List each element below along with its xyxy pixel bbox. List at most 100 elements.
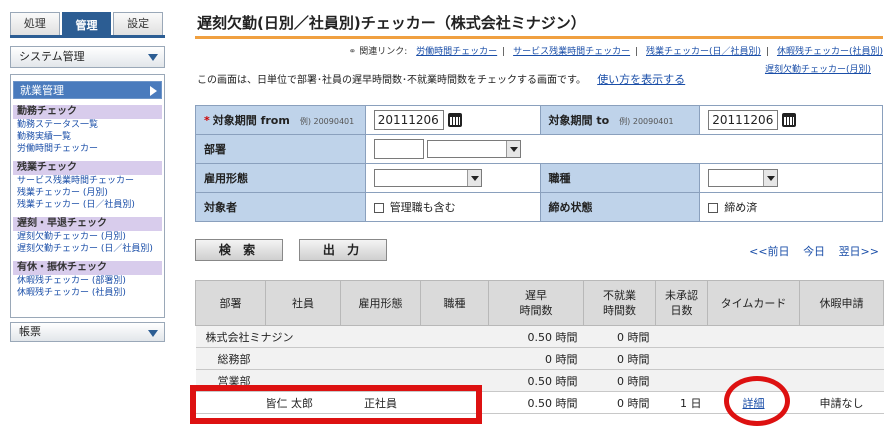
sidebar: 処理 管理 設定 システム管理 就業管理 勤務チェック 勤務ステータス一覧 勤務… [10,12,165,342]
target-label: 対象者 [195,192,366,222]
page-description: この画面は、日単位で部署･社員の遅早時間数･不就業時間数をチェックする画面です。… [197,71,685,87]
dept-select[interactable] [427,140,522,158]
ledger-menu-header[interactable]: 帳票 [10,322,165,342]
related-links-line2: 遅刻欠勤チェッカー(月別) [765,62,871,75]
employee-absent-hours: 0 時間 [583,391,656,414]
related-link-late-monthly[interactable]: 遅刻欠勤チェッカー(月別) [765,65,871,75]
dept-label: 部署 [195,134,366,164]
col-absent: 不就業 時間数 [583,280,656,326]
period-from-input[interactable]: 20111206 [373,110,444,130]
link-attendance-record-list[interactable]: 勤務実績一覧 [11,131,164,143]
employment-type-label: 雇用形態 [195,163,366,193]
related-link-overtime-daily[interactable]: 残業チェッカー(日／社員別) [646,47,761,57]
link-overtime-monthly[interactable]: 残業チェッカー (月別) [11,187,164,199]
category-late-early-check: 遅刻・早退チェック [13,217,162,231]
search-button[interactable]: 検 索 [195,239,283,261]
link-leave-balance-employee[interactable]: 休暇残チェッカー (社員別) [11,287,164,299]
today-link[interactable]: 今日 [803,245,825,258]
closed-label: 締め済 [724,201,758,214]
category-leave-check: 有休・振休チェック [13,261,162,275]
related-label: 関連リンク: [359,47,408,57]
link-late-absence-daily[interactable]: 遅刻欠勤チェッカー (日／社員別) [11,243,164,255]
link-overtime-daily[interactable]: 残業チェッカー (日／社員別) [11,199,164,211]
col-late-early: 遅早 時間数 [488,280,584,326]
link-attendance-status-list[interactable]: 勤務ステータス一覧 [11,119,164,131]
row-dept-name: 総務部 [195,347,489,370]
link-work-hours-checker[interactable]: 労働時間チェッカー [11,143,164,155]
related-link-service-overtime[interactable]: サービス残業時間チェッカー [513,47,630,57]
row-absent-hours: 0 時間 [583,347,656,370]
employee-unapproved-days: 1 日 [655,391,708,414]
chevron-right-icon [150,86,157,96]
description-text: この画面は、日単位で部署･社員の遅早時間数･不就業時間数をチェックする画面です。 [197,75,586,86]
tab-settings[interactable]: 設定 [113,12,164,35]
link-service-overtime-checker[interactable]: サービス残業時間チェッカー [11,175,164,187]
table-header-row: 部署 社員 雇用形態 職種 遅早 時間数 不就業 時間数 未承認 日数 タイムカード … [195,280,884,326]
link-chain-icon: ⚭ [348,47,357,57]
period-to-label: 対象期間 to 例) 20090401 [539,105,701,135]
job-type-select[interactable] [708,169,779,187]
work-menu-header[interactable]: 就業管理 [13,81,162,99]
table-row: 総務部 0 時間 0 時間 [195,347,884,370]
include-managers-checkbox[interactable] [373,203,384,213]
employee-leave-status: 申請なし [799,391,884,414]
required-mark: * [204,114,210,127]
category-attendance-check: 勤務チェック [13,105,162,119]
period-to-input[interactable]: 20111206 [708,110,779,130]
system-menu-label: システム管理 [19,50,85,63]
tab-manage[interactable]: 管理 [61,12,112,38]
chevron-down-icon [763,170,778,186]
output-button[interactable]: 出 力 [299,239,387,261]
period-to-example: 例) 20090401 [619,117,674,126]
tab-process[interactable]: 処理 [10,12,60,35]
ledger-menu-label: 帳票 [19,325,41,338]
search-form: * 対象期間 from 例) 20090401 20111206 対象期間 to 例)… [195,105,884,222]
dept-code-input[interactable] [373,139,424,159]
category-overtime-check: 残業チェック [13,161,162,175]
row-late-hours: 0.50 時間 [488,325,584,348]
row-late-hours: 0 時間 [488,347,584,370]
highlight-rectangle [190,385,482,424]
period-from-example: 例) 20090401 [299,117,355,126]
chevron-down-icon [506,141,521,157]
include-managers-label: 管理職も含む [389,201,456,214]
employee-late-hours: 0.50 時間 [488,391,584,414]
row-absent-hours: 0 時間 [583,369,656,392]
howto-link[interactable]: 使い方を表示する [597,73,685,86]
related-link-work-hours[interactable]: 労働時間チェッカー [416,47,497,57]
day-navigation: <<前日 今日 翌日>> [739,243,879,259]
employment-type-select[interactable] [373,169,482,187]
system-menu-header[interactable]: システム管理 [10,46,165,68]
chevron-down-icon [466,170,481,186]
work-menu-label: 就業管理 [20,84,64,97]
col-leave: 休暇申請 [799,280,884,326]
calendar-icon[interactable] [782,113,797,127]
title-divider [195,36,883,39]
sidebar-tabs: 処理 管理 設定 [10,12,165,38]
closed-checkbox[interactable] [708,203,719,213]
related-link-leave-balance[interactable]: 休暇残チェッカー(社員別) [777,47,883,57]
table-row: 株式会社ミナジン 0.50 時間 0 時間 [195,325,884,348]
col-timecard: タイムカード [707,280,800,326]
link-late-absence-monthly[interactable]: 遅刻欠勤チェッカー (月別) [11,231,164,243]
page-title: 遅刻欠勤(日別／社員別)チェッカー（株式会社ミナジン） [197,14,586,32]
related-links: ⚭ 関連リンク: 労働時間チェッカー | サービス残業時間チェッカー | 残業チェッカ… [348,47,883,57]
col-employment: 雇用形態 [340,280,421,326]
highlight-circle [724,376,790,426]
chevron-down-icon [148,330,158,337]
link-leave-balance-dept[interactable]: 休暇残チェッカー (部署別) [11,275,164,287]
job-type-label: 職種 [539,163,701,193]
period-from-label: * 対象期間 from 例) 20090401 [195,105,366,135]
main-content: 遅刻欠勤(日別／社員別)チェッカー（株式会社ミナジン） ⚭ 関連リンク: 労働時間… [195,12,884,414]
next-day-link[interactable]: 翌日>> [839,245,879,258]
row-late-hours: 0.50 時間 [488,369,584,392]
closing-status-label: 締め状態 [539,192,701,222]
row-company-name: 株式会社ミナジン [195,325,489,348]
col-jobtype: 職種 [420,280,489,326]
work-menu-panel: 就業管理 勤務チェック 勤務ステータス一覧 勤務実績一覧 労働時間チェッカー 残… [10,74,165,318]
calendar-icon[interactable] [447,113,462,127]
chevron-down-icon [148,54,158,61]
col-employee: 社員 [265,280,341,326]
row-absent-hours: 0 時間 [583,325,656,348]
prev-day-link[interactable]: <<前日 [749,245,789,258]
